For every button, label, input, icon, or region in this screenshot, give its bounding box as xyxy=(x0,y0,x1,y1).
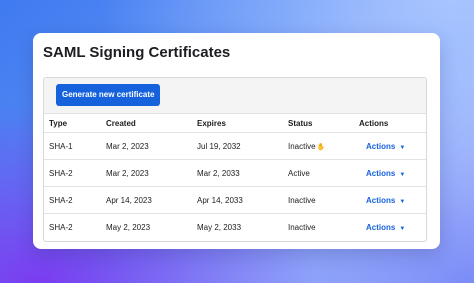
actions-label: Actions xyxy=(366,195,396,205)
hand-emoji-icon: ✋ xyxy=(316,143,326,151)
cell-type: SHA-1 xyxy=(44,132,101,160)
cell-status: Inactive xyxy=(283,186,359,214)
cell-type: SHA-2 xyxy=(49,222,73,232)
table-row: SHA-2 Apr 14, 2023 Apr 14, 2033 Inactive… xyxy=(44,186,426,214)
cell-actions: Actions ▼ xyxy=(359,186,426,214)
actions-dropdown-button[interactable]: Actions ▼ xyxy=(366,169,405,178)
cell-status: Inactive✋ xyxy=(283,132,359,160)
cell-status: Inactive xyxy=(288,222,316,232)
chevron-down-icon: ▼ xyxy=(399,225,406,232)
certificates-card: SAML Signing Certificates Generate new c… xyxy=(33,33,440,249)
cell-actions: Actions ▼ xyxy=(359,159,426,187)
table-row: SHA-2 May 2, 2023 May 2, 2033 Inactive A… xyxy=(44,214,426,241)
page-title: SAML Signing Certificates xyxy=(43,44,231,61)
chevron-down-icon: ▼ xyxy=(399,198,406,205)
chevron-down-icon: ▼ xyxy=(399,171,406,178)
status-text: Inactive xyxy=(288,141,316,151)
chevron-down-icon: ▼ xyxy=(399,144,406,151)
actions-dropdown-button[interactable]: Actions ▼ xyxy=(366,223,405,232)
cell-status: Active xyxy=(283,159,359,187)
actions-dropdown-button[interactable]: Actions ▼ xyxy=(366,142,405,151)
cell-created: Mar 2, 2023 xyxy=(101,132,192,160)
toolbar: Generate new certificate xyxy=(44,78,426,114)
certificates-panel: Generate new certificate Type Created Ex… xyxy=(43,77,427,242)
certificates-table: Type Created Expires Status Actions SHA-… xyxy=(44,114,426,240)
table-header-row: Type Created Expires Status Actions xyxy=(44,114,426,133)
cell-expires: Apr 14, 2033 xyxy=(192,186,283,214)
header-expires: Expires xyxy=(192,114,283,133)
actions-dropdown-button[interactable]: Actions ▼ xyxy=(366,196,405,205)
cell-created: May 2, 2023 xyxy=(106,222,151,232)
header-created: Created xyxy=(101,114,192,133)
header-actions: Actions xyxy=(359,114,426,133)
cell-expires: May 2, 2033 xyxy=(197,222,242,232)
actions-label: Actions xyxy=(366,222,396,232)
actions-label: Actions xyxy=(366,168,396,178)
table-row: SHA-1 Mar 2, 2023 Jul 19, 2032 Inactive✋… xyxy=(44,132,426,160)
cell-expires: Jul 19, 2032 xyxy=(192,132,283,160)
cell-expires: Mar 2, 2033 xyxy=(192,159,283,187)
cell-type: SHA-2 xyxy=(44,186,101,214)
cell-created: Mar 2, 2023 xyxy=(101,159,192,187)
actions-label: Actions xyxy=(366,141,396,151)
header-status: Status xyxy=(283,114,359,133)
cell-created: Apr 14, 2023 xyxy=(101,186,192,214)
table-row: SHA-2 Mar 2, 2023 Mar 2, 2033 Active Act… xyxy=(44,159,426,187)
cell-actions: Actions ▼ xyxy=(359,214,426,241)
cell-type: SHA-2 xyxy=(44,159,101,187)
generate-certificate-button[interactable]: Generate new certificate xyxy=(56,84,161,106)
cell-actions: Actions ▼ xyxy=(359,132,426,160)
header-type: Type xyxy=(44,114,101,133)
